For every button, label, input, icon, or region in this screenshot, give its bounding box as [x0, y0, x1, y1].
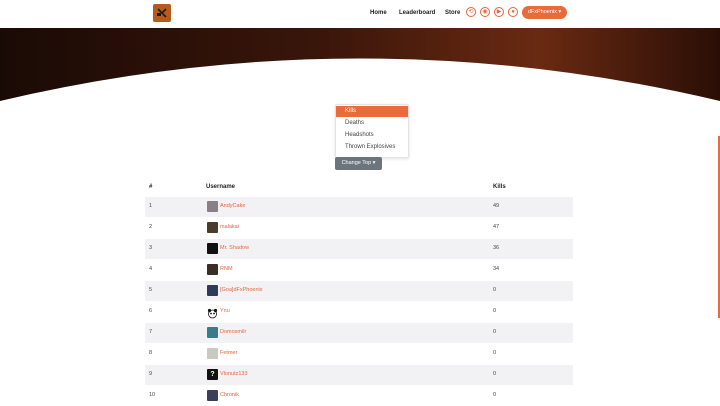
- username-link[interactable]: Ynu: [220, 308, 230, 314]
- row-kills: 0: [493, 287, 497, 293]
- menu-item-headshots[interactable]: Headshots: [336, 130, 408, 141]
- table-row: 3 Mr. Shadow 36: [145, 239, 573, 259]
- username-link[interactable]: Chronik: [220, 392, 239, 398]
- row-rank: 10: [149, 392, 156, 398]
- top-category-menu: Kills Deaths Headshots Thrown Explosives: [335, 104, 409, 158]
- table-row: 1 AndyCake 49: [145, 197, 573, 217]
- row-rank: 8: [149, 350, 153, 356]
- top-navbar: Home Leaderboard Store ⟲ ◉ ▶ ● dFxPhoeni…: [0, 0, 720, 28]
- row-rank: 5: [149, 287, 153, 293]
- table-row: 8 Fetmer 0: [145, 344, 573, 364]
- username-link[interactable]: RNM: [220, 266, 233, 272]
- row-rank: 1: [149, 203, 153, 209]
- rank-column-header: #: [149, 184, 153, 190]
- scroll-down-icon[interactable]: [355, 80, 363, 90]
- avatar[interactable]: [207, 222, 218, 233]
- row-rank: 9: [149, 371, 153, 377]
- row-kills: 0: [493, 371, 497, 377]
- youtube-icon[interactable]: ▶: [494, 7, 504, 17]
- avatar[interactable]: [207, 243, 218, 254]
- table-row: 4 RNM 34: [145, 260, 573, 280]
- username-link[interactable]: Domosmilr: [220, 329, 246, 335]
- row-rank: 6: [149, 308, 153, 314]
- row-kills: 49: [493, 203, 500, 209]
- panda-avatar-icon: [207, 308, 218, 319]
- user-menu-button[interactable]: dFxPhoenix ▾: [522, 6, 567, 19]
- row-kills: 0: [493, 392, 497, 398]
- change-top-button[interactable]: Change Top ▾: [335, 157, 382, 170]
- nav-leaderboard-link[interactable]: Leaderboard: [399, 10, 435, 16]
- username-link[interactable]: malakai: [220, 224, 239, 230]
- avatar[interactable]: [207, 390, 218, 401]
- row-kills: 0: [493, 308, 497, 314]
- logo-icon: [156, 7, 168, 19]
- reddit-icon[interactable]: ●: [508, 7, 518, 17]
- avatar[interactable]: [207, 327, 218, 338]
- username-link[interactable]: AndyCake: [220, 203, 245, 209]
- username-column-header[interactable]: Username: [206, 184, 235, 190]
- table-row: 5 [Goa]dFxPhoenix 0: [145, 281, 573, 301]
- row-kills: 47: [493, 224, 500, 230]
- nav-home-link[interactable]: Home: [370, 10, 387, 16]
- table-row: 10 Chronik 0: [145, 386, 573, 406]
- hero-background: [0, 28, 720, 103]
- avatar[interactable]: [207, 264, 218, 275]
- avatar[interactable]: [207, 348, 218, 359]
- steam-icon[interactable]: ⟲: [466, 7, 476, 17]
- table-row: 2 malakai 47: [145, 218, 573, 238]
- username-link[interactable]: Fetmer: [220, 350, 237, 356]
- row-rank: 7: [149, 329, 153, 335]
- username-link[interactable]: [Goa]dFxPhoenix: [220, 287, 263, 293]
- site-logo[interactable]: [153, 4, 171, 22]
- row-kills: 0: [493, 329, 497, 335]
- row-rank: 3: [149, 245, 153, 251]
- avatar[interactable]: [207, 285, 218, 296]
- menu-item-deaths[interactable]: Deaths: [336, 118, 408, 129]
- row-rank: 4: [149, 266, 153, 272]
- username-link[interactable]: Vlonutz133: [220, 371, 248, 377]
- username-link[interactable]: Mr. Shadow: [220, 245, 249, 251]
- row-kills: 0: [493, 350, 497, 356]
- row-rank: 2: [149, 224, 153, 230]
- avatar[interactable]: ?: [207, 369, 218, 380]
- hero-banner: [0, 28, 720, 103]
- avatar[interactable]: [207, 201, 218, 212]
- kills-column-header[interactable]: Kills: [493, 184, 506, 190]
- avatar[interactable]: [207, 306, 218, 319]
- row-kills: 36: [493, 245, 500, 251]
- nav-store-link[interactable]: Store: [445, 10, 460, 16]
- table-row: 7 Domosmilr 0: [145, 323, 573, 343]
- table-row: 9 ? Vlonutz133 0: [145, 365, 573, 385]
- menu-item-kills[interactable]: Kills: [336, 106, 408, 117]
- row-kills: 34: [493, 266, 500, 272]
- menu-item-thrown-explosives[interactable]: Thrown Explosives: [336, 142, 408, 153]
- table-row: 6 Ynu 0: [145, 302, 573, 322]
- discord-icon[interactable]: ◉: [480, 7, 490, 17]
